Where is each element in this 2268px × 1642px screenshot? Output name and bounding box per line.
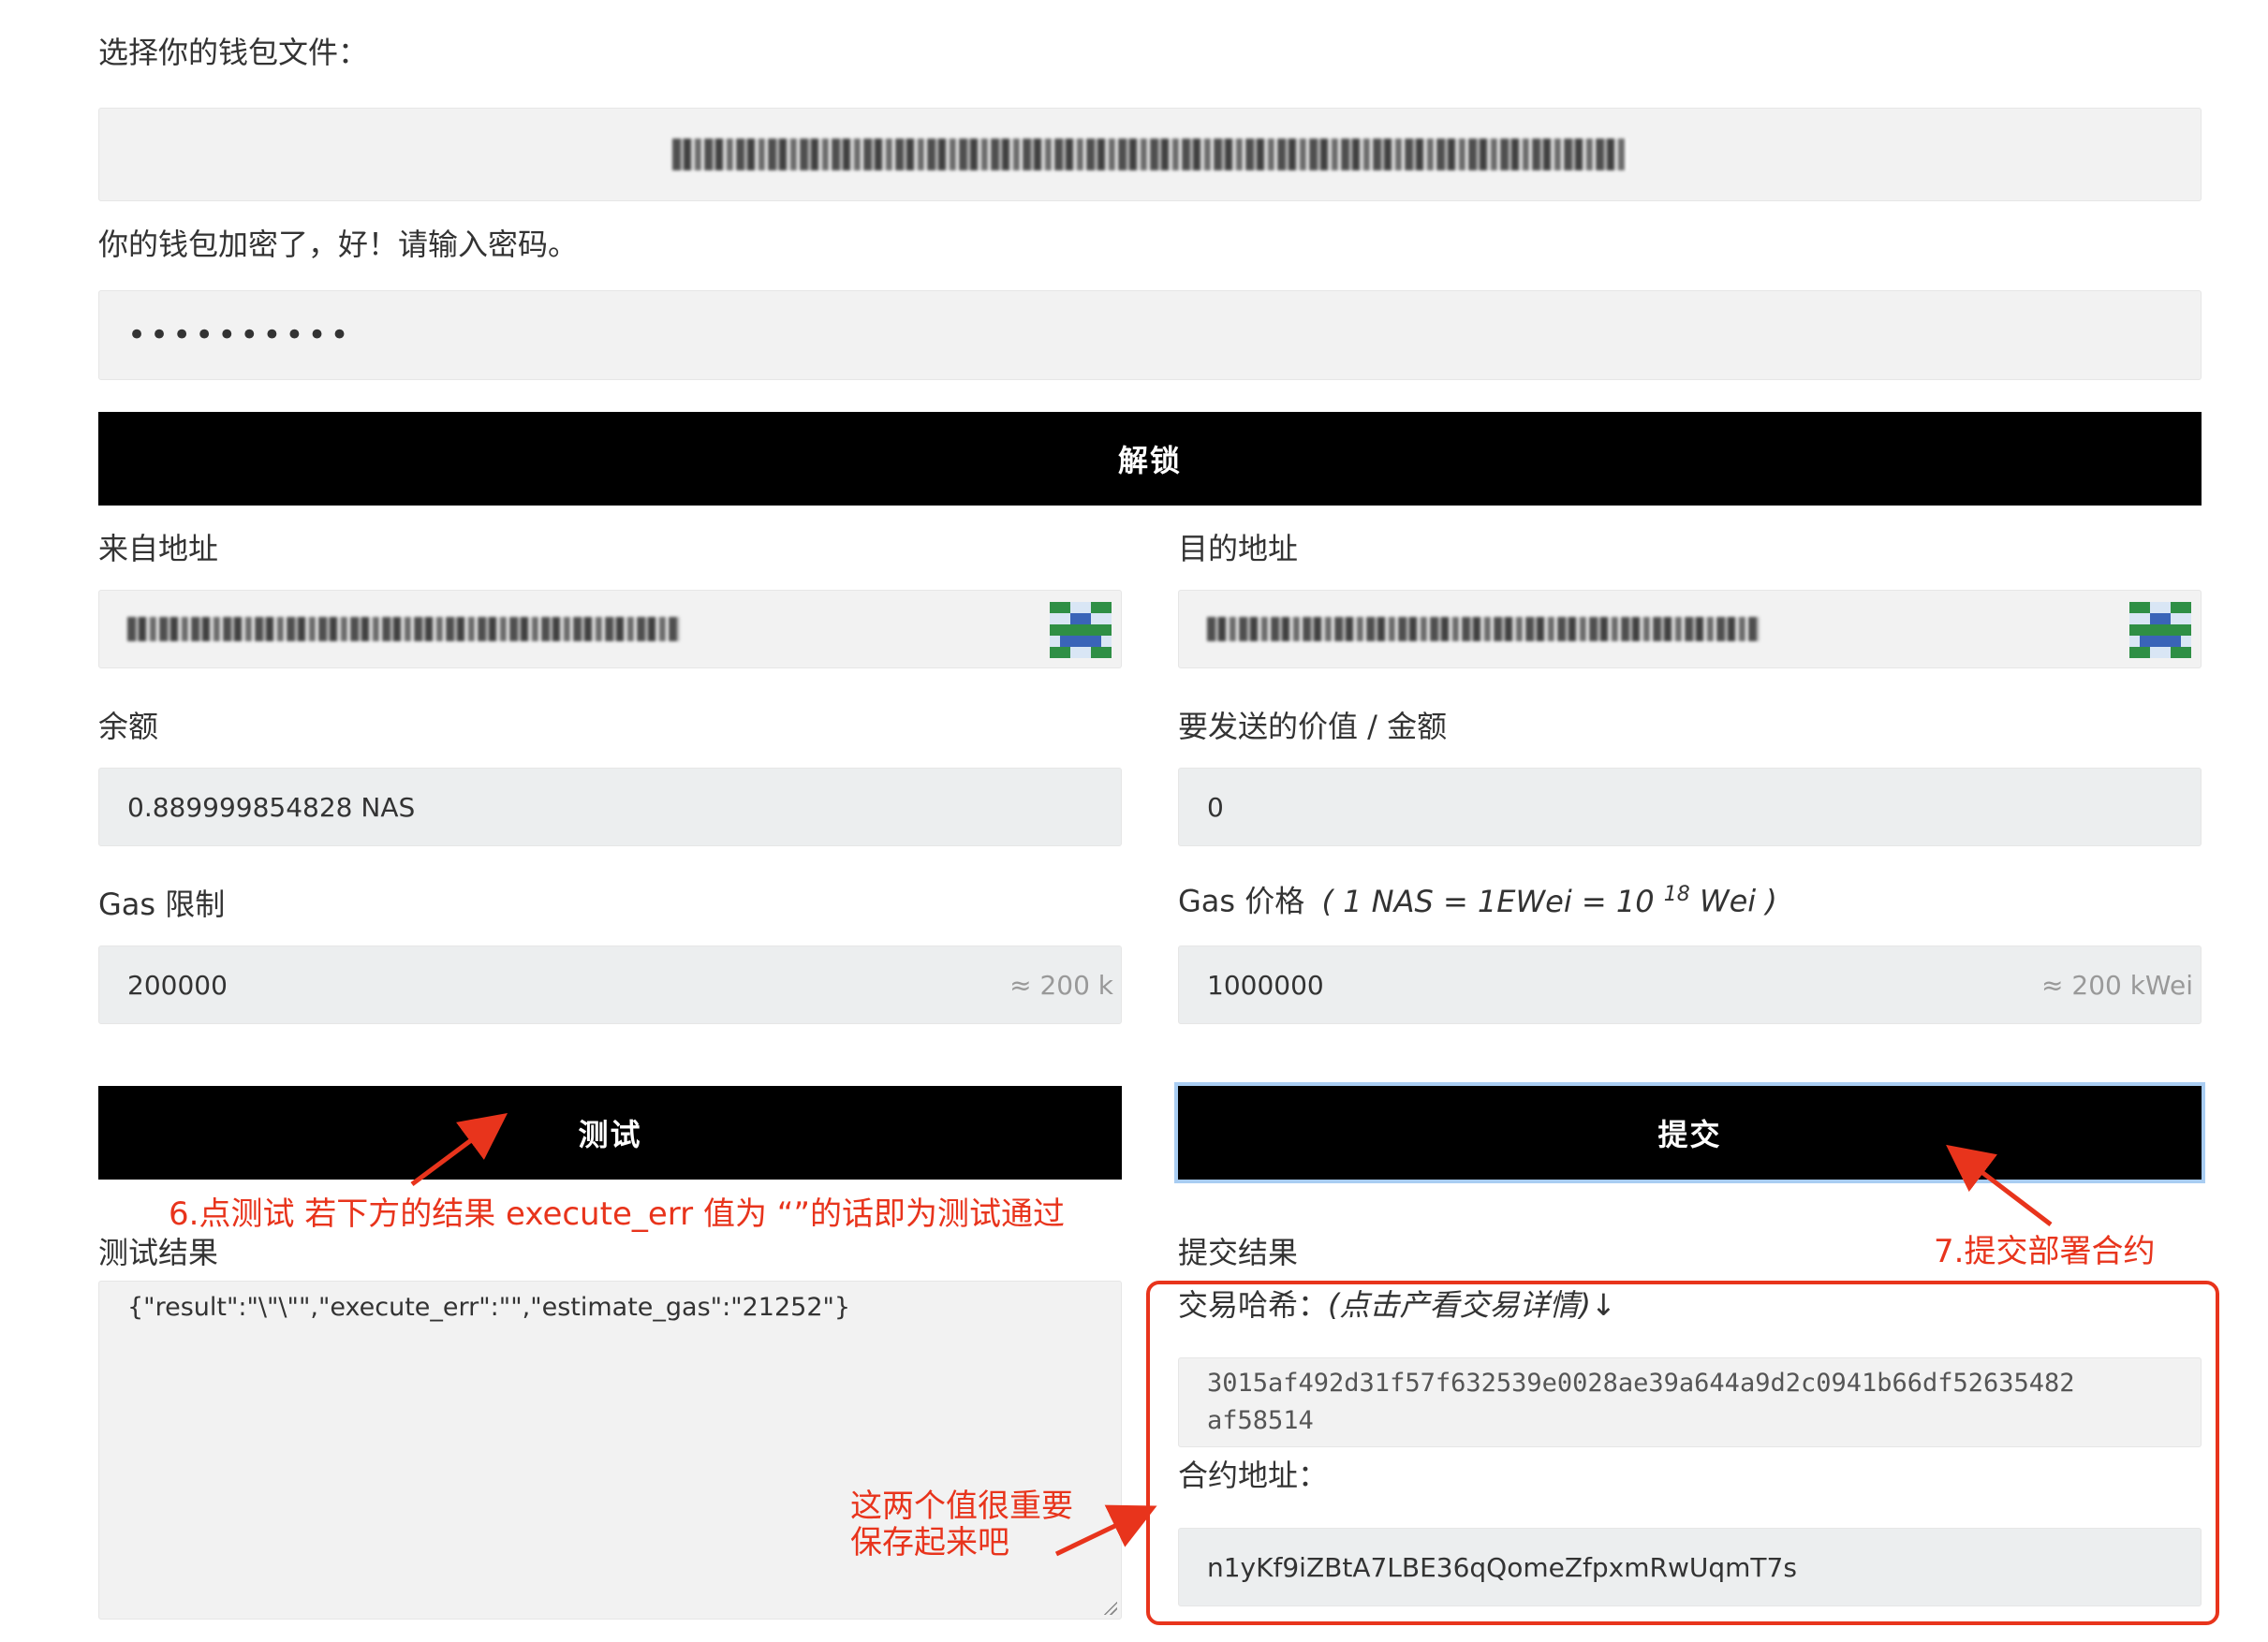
arrow-to-test-button bbox=[410, 1113, 508, 1187]
arrow-to-contract-address bbox=[1054, 1504, 1157, 1557]
arrow-to-submit-button bbox=[1946, 1144, 2053, 1226]
annotation-arrows bbox=[410, 1113, 2053, 1557]
